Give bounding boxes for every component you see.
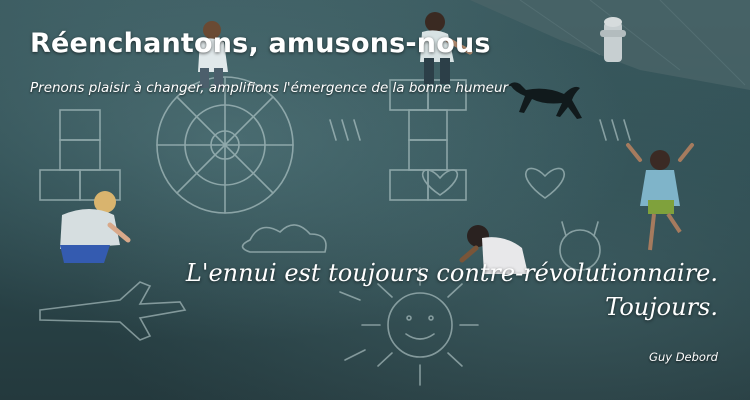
chalk-hopscotch-left: [39, 109, 121, 201]
quote-line-1: L'ennui est toujours contre-révolutionna…: [185, 259, 718, 287]
dog-silhouette-icon: [507, 82, 582, 119]
site-tagline: Prenons plaisir à changer, amplifions l'…: [30, 80, 509, 96]
child-drawing-figure-left: [60, 191, 131, 263]
quote-author: Guy Debord: [649, 350, 718, 364]
chalk-playground-illustration: [39, 0, 750, 386]
site-title[interactable]: Réenchantons, amusons-nous: [30, 28, 491, 59]
chalk-cloud-drawing: [241, 224, 327, 253]
quote-line-2: Toujours.: [605, 293, 718, 321]
header-banner: Réenchantons, amusons-nous Prenons plais…: [0, 0, 750, 400]
chalk-tally-marks: [329, 119, 631, 141]
child-hopping-figure: [626, 143, 694, 251]
quote-text: L'ennui est toujours contre-révolutionna…: [118, 256, 718, 324]
chalk-wheel-drawing: [156, 76, 294, 214]
chalk-heart-drawing-2: [525, 167, 565, 199]
